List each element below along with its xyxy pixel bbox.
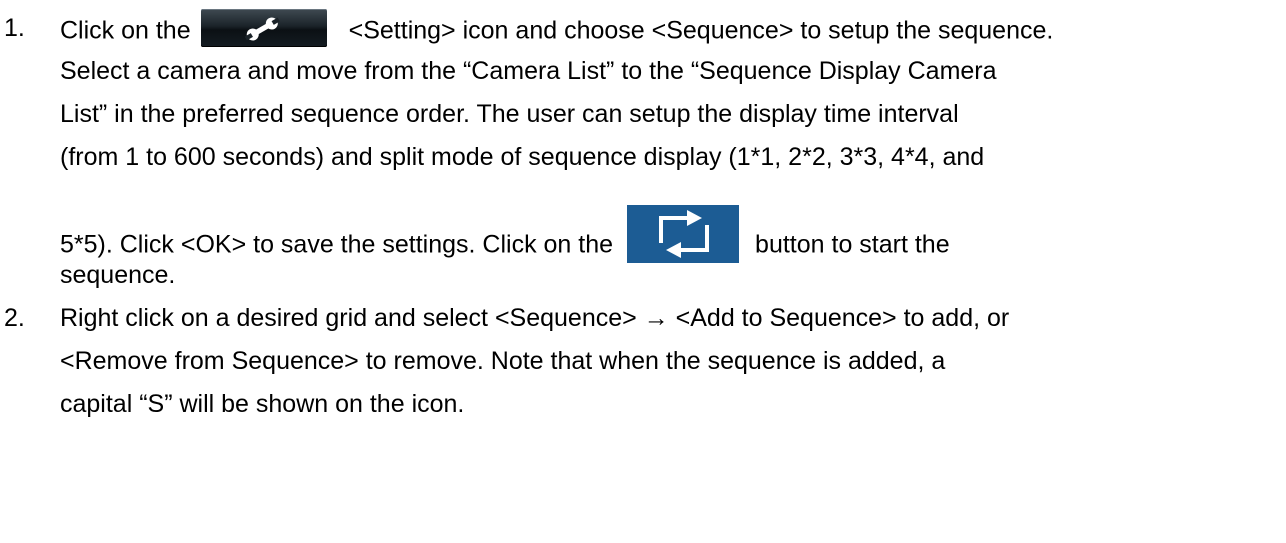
item-2-line-1: Right click on a desired grid and select… bbox=[60, 304, 1010, 332]
wrench-icon bbox=[244, 17, 280, 41]
sequence-button-icon bbox=[627, 205, 740, 263]
text-segment: 5*5). Click <OK> to save the settings. C… bbox=[60, 230, 614, 259]
item-2-line-3: capital “S” will be shown on the icon. bbox=[60, 390, 465, 418]
item-1-line-3: List” in the preferred sequence order. T… bbox=[60, 100, 959, 128]
sequence-arrows-icon bbox=[659, 210, 710, 258]
item-1-line-4: (from 1 to 600 seconds) and split mode o… bbox=[60, 143, 985, 171]
item-1-line-6: sequence. bbox=[60, 261, 176, 289]
item-1-line-5: 5*5). Click <OK> to save the settings. C… bbox=[60, 205, 950, 263]
text-segment: <Setting> icon and choose <Sequence> to … bbox=[348, 16, 1054, 45]
item-number: 2. bbox=[4, 304, 25, 332]
item-number: 1. bbox=[4, 14, 25, 42]
item-1-line-2: Select a camera and move from the “Camer… bbox=[60, 57, 997, 85]
text-segment: button to start the bbox=[755, 230, 950, 259]
text-segment: Click on the bbox=[60, 16, 191, 45]
setting-button-icon bbox=[200, 9, 327, 47]
item-2-line-2: <Remove from Sequence> to remove. Note t… bbox=[60, 347, 946, 375]
item-1-line-1: Click on the <Setting> icon and choose <… bbox=[60, 9, 1054, 47]
